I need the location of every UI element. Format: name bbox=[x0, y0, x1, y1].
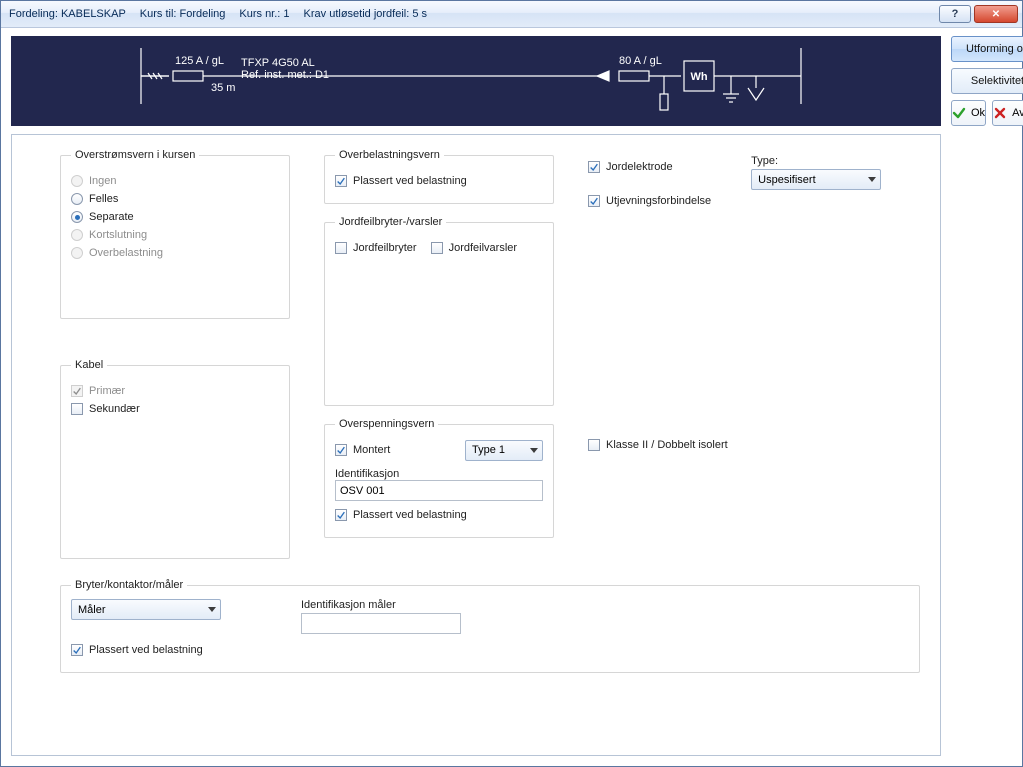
check-secondary[interactable]: Sekundær bbox=[71, 403, 279, 415]
dialog-window: Fordeling: KABELSKAP Kurs til: Fordeling… bbox=[0, 0, 1023, 767]
circuit-diagram: 125 A / gL 35 m TFXP 4G50 AL Ref. inst. … bbox=[11, 36, 941, 126]
close-icon: ✕ bbox=[992, 9, 1000, 20]
chevron-down-icon bbox=[868, 177, 876, 182]
overcurrent-legend: Overstrømsvern i kursen bbox=[71, 149, 199, 161]
chevron-down-icon bbox=[208, 607, 216, 612]
check-overload-placed[interactable]: Plassert ved belastning bbox=[335, 175, 543, 187]
titlebar: Fordeling: KABELSKAP Kurs til: Fordeling… bbox=[1, 1, 1022, 28]
overvoltage-type-dropdown[interactable]: Type 1 bbox=[465, 440, 543, 461]
title-earth-fault: Krav utløsetid jordfeil: 5 s bbox=[304, 8, 428, 20]
switch-meter-legend: Bryter/kontaktor/måler bbox=[71, 579, 187, 591]
cable-group: Kabel Primær Sekundær bbox=[60, 359, 290, 559]
check-icon bbox=[952, 106, 966, 120]
ok-button[interactable]: Ok bbox=[951, 100, 986, 126]
design-protection-button[interactable]: Utforming og beskyttelse bbox=[951, 36, 1023, 62]
radio-overload: Overbelastning bbox=[71, 247, 279, 259]
svg-text:TFXP 4G50 AL: TFXP 4G50 AL bbox=[241, 57, 315, 69]
selectivity-button[interactable]: Selektivitet bbox=[951, 68, 1023, 94]
radio-common[interactable]: Felles bbox=[71, 193, 279, 205]
title-course-nr: Kurs nr.: 1 bbox=[239, 8, 289, 20]
overvoltage-legend: Overspenningsvern bbox=[335, 418, 438, 430]
check-overvoltage-placed[interactable]: Plassert ved belastning bbox=[335, 509, 543, 521]
overvoltage-ident-input[interactable]: OSV 001 bbox=[335, 480, 543, 501]
question-icon: ? bbox=[952, 8, 959, 20]
overcurrent-group: Overstrømsvern i kursen Ingen Felles Sep… bbox=[60, 149, 290, 319]
earth-fault-legend: Jordfeilbryter-/varsler bbox=[335, 216, 446, 228]
check-class2[interactable]: Klasse II / Dobbelt isolert bbox=[588, 439, 920, 451]
radio-shortcircuit: Kortslutning bbox=[71, 229, 279, 241]
check-earth-alarm[interactable]: Jordfeilvarsler bbox=[431, 242, 517, 254]
overload-legend: Overbelastningsvern bbox=[335, 149, 444, 161]
title-course-to: Kurs til: Fordeling bbox=[140, 8, 226, 20]
cancel-button[interactable]: Avbryt bbox=[992, 100, 1023, 126]
radio-none: Ingen bbox=[71, 175, 279, 187]
cross-icon bbox=[993, 106, 1007, 120]
title-distribution: Fordeling: KABELSKAP bbox=[9, 8, 126, 20]
radio-separate[interactable]: Separate bbox=[71, 211, 279, 223]
svg-text:80 A / gL: 80 A / gL bbox=[619, 55, 662, 67]
check-equipotential[interactable]: Utjevningsforbindelse bbox=[588, 195, 711, 207]
svg-text:35 m: 35 m bbox=[211, 82, 235, 94]
meter-ident-input[interactable] bbox=[301, 613, 461, 634]
switch-meter-group: Bryter/kontaktor/måler Måler Plassert ve… bbox=[60, 579, 920, 673]
svg-text:Ref. inst. met.: D1: Ref. inst. met.: D1 bbox=[241, 69, 329, 81]
switch-type-dropdown[interactable]: Måler bbox=[71, 599, 221, 620]
svg-text:125 A / gL: 125 A / gL bbox=[175, 55, 224, 67]
close-button[interactable]: ✕ bbox=[974, 5, 1018, 23]
form-panel: Overstrømsvern i kursen Ingen Felles Sep… bbox=[11, 134, 941, 756]
overvoltage-group: Overspenningsvern Montert Type 1 Identif… bbox=[324, 418, 554, 538]
type-dropdown[interactable]: Uspesifisert bbox=[751, 169, 881, 190]
type-label: Type: bbox=[751, 155, 881, 167]
overload-group: Overbelastningsvern Plassert ved belastn… bbox=[324, 149, 554, 204]
chevron-down-icon bbox=[530, 448, 538, 453]
help-button[interactable]: ? bbox=[939, 5, 971, 23]
check-earth-electrode[interactable]: Jordelektrode bbox=[588, 161, 711, 173]
meter-ident-label: Identifikasjon måler bbox=[301, 599, 461, 611]
check-primary: Primær bbox=[71, 385, 279, 397]
svg-text:Wh: Wh bbox=[690, 71, 707, 83]
check-switch-placed[interactable]: Plassert ved belastning bbox=[71, 644, 221, 656]
ident-label: Identifikasjon bbox=[335, 468, 543, 480]
diagram-svg: 125 A / gL 35 m TFXP 4G50 AL Ref. inst. … bbox=[11, 36, 941, 126]
earth-fault-group: Jordfeilbryter-/varsler Jordfeilbryter J… bbox=[324, 216, 554, 406]
cable-legend: Kabel bbox=[71, 359, 107, 371]
check-mounted[interactable]: Montert bbox=[335, 444, 390, 456]
check-earth-breaker[interactable]: Jordfeilbryter bbox=[335, 242, 417, 254]
